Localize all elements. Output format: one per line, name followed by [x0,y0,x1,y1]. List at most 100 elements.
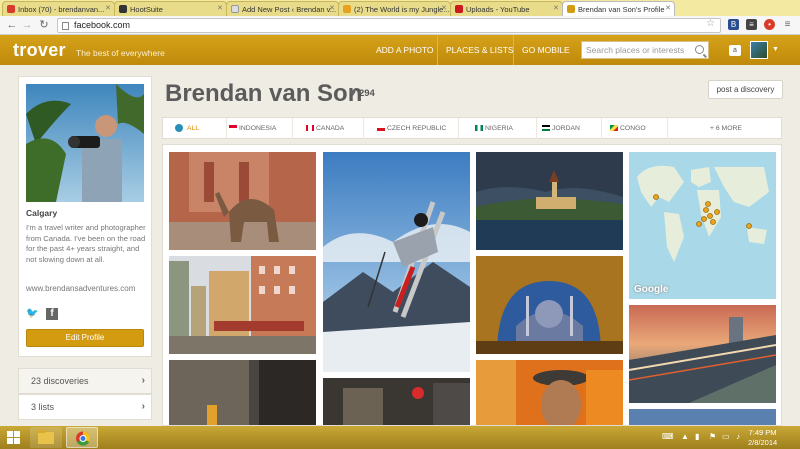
windows-start-icon[interactable] [7,431,21,444]
tab-label: Uploads - YouTube [466,5,530,14]
filter-congo[interactable]: CONGO [608,118,668,139]
browser-tab-trover[interactable]: Brendan van Son's Profile ✕ [562,1,675,16]
volume-icon[interactable]: ♪ [736,432,740,441]
profile-sidebar: Calgary I'm a travel writer and photogra… [18,76,152,357]
nav-add-photo[interactable]: ADD A PHOTO [368,35,441,65]
photo-skier[interactable] [323,152,470,372]
back-icon[interactable]: ← [6,19,18,31]
filter-label: ALL [187,125,200,132]
filter-label: NIGERIA [485,125,513,132]
browser-tab-gmail[interactable]: Inbox (70) - brendanvan... ✕ [2,1,115,16]
chevron-down-icon[interactable]: ▼ [772,46,779,53]
browser-tab-hootsuite[interactable]: HootSuite ✕ [114,1,227,16]
photo-blue-sky[interactable] [629,409,776,425]
notification-badge[interactable]: a [729,45,741,56]
photo-lake-castle[interactable] [476,152,623,250]
stat-label: lists [38,402,55,412]
tab-label: Add New Post ‹ Brendan v... [242,5,337,14]
browser-tab-youtube[interactable]: Uploads - YouTube ✕ [450,1,563,16]
filter-label: CZECH REPUBLIC [387,125,447,132]
keyboard-icon[interactable]: ⌨ [662,432,674,441]
country-filter-bar: ALL INDONESIA CANADA CZECH REPUBLIC NIGE… [162,117,782,139]
lastpass-icon[interactable]: • [764,19,775,30]
close-icon[interactable]: ✕ [553,4,559,12]
map-widget[interactable]: Google [629,152,776,299]
likes-count[interactable]: ♥ 294 [350,88,375,99]
stat-lists[interactable]: 3 lists › [18,394,152,420]
stat-discoveries[interactable]: 23 discoveries › [18,368,152,394]
jordan-flag-icon [542,125,550,131]
filter-indonesia[interactable]: INDONESIA [227,118,293,139]
post-discovery-button[interactable]: post a discovery [708,80,783,99]
browser-toolbar: ← → ↻ facebook.com ☆ B ≡ • ≡ [0,16,800,35]
tray-arrow-icon[interactable]: ▲ [681,432,689,441]
trover-logo[interactable]: trover [13,40,66,61]
tagline: The best of everywhere [76,48,165,58]
url-text: facebook.com [74,20,131,30]
chrome-icon[interactable] [66,427,98,448]
nav-go-mobile[interactable]: GO MOBILE [513,35,578,65]
page-icon [231,5,239,13]
network-icon[interactable]: ▮ [695,432,699,441]
forward-icon[interactable]: → [21,19,33,31]
filter-czech-republic[interactable]: CZECH REPUBLIC [375,118,459,139]
close-icon[interactable]: ✕ [665,4,671,12]
battery-icon[interactable]: ▭ [722,432,730,441]
clock-time: 7:49 PM [748,428,777,437]
tab-label: HootSuite [130,5,163,14]
stat-count: 3 [31,402,37,412]
search-icon[interactable] [695,45,704,54]
search-placeholder: Search places or interests [586,45,685,55]
photo-street-market[interactable] [323,378,470,425]
search-input[interactable]: Search places or interests [581,41,709,59]
user-avatar[interactable] [750,41,768,59]
close-icon[interactable]: ✕ [105,4,111,12]
filter-label: JORDAN [552,125,580,132]
browser-tab-add-post[interactable]: Add New Post ‹ Brendan v... ✕ [226,1,339,16]
profile-website[interactable]: www.brendansadventures.com [26,284,148,294]
photo-mosque-arch[interactable] [476,256,623,354]
extension-icon[interactable]: B [728,19,739,30]
reload-icon[interactable]: ↻ [38,19,50,31]
tab-label: Inbox (70) - brendanvan... [18,5,105,14]
bookmark-star-icon[interactable]: ☆ [706,18,715,29]
filter-canada[interactable]: CANADA [304,118,364,139]
clock-date: 2/8/2014 [748,438,778,447]
facebook-icon[interactable]: f [46,308,58,320]
profile-city: Calgary [26,208,58,218]
menu-icon[interactable]: ≡ [782,19,793,30]
photo-man-cap[interactable] [476,360,623,425]
close-icon[interactable]: ✕ [217,4,223,12]
address-bar[interactable]: facebook.com [57,18,721,33]
photo-chain-bridge[interactable] [629,305,776,403]
chevron-right-icon: › [141,401,145,412]
buffer-icon[interactable]: ≡ [746,19,757,30]
filter-jordan[interactable]: JORDAN [540,118,602,139]
close-icon[interactable]: ✕ [441,4,447,12]
tab-label: (2) The World is my Jungle... [354,5,450,14]
filter-all[interactable]: ALL [175,118,227,139]
nigeria-flag-icon [475,125,483,131]
photo-old-town-street[interactable] [169,256,316,354]
twitter-icon[interactable]: 🐦 [26,308,38,320]
canada-flag-icon [306,125,314,131]
profile-photo [26,84,144,202]
nav-places-lists[interactable]: PLACES & LISTS [437,35,522,65]
discoveries-grid: Google [162,144,782,426]
facebook-icon [343,5,351,13]
browser-tab-jungle[interactable]: (2) The World is my Jungle... ✕ [338,1,451,16]
edit-profile-button[interactable]: Edit Profile [26,329,144,347]
system-clock[interactable]: 7:49 PM 2/8/2014 [748,428,777,448]
tab-label: Brendan van Son's Profile [578,5,665,14]
filter-more[interactable]: + 6 MORE [698,118,768,139]
windows-taskbar: ⌨ ▲ ▮ ⚑ ▭ ♪ 7:49 PM 2/8/2014 [0,426,800,449]
file-explorer-icon[interactable] [30,427,62,448]
filter-nigeria[interactable]: NIGERIA [473,118,537,139]
close-icon[interactable]: ✕ [329,4,335,12]
youtube-icon [455,5,463,13]
photo-petra-camel[interactable] [169,152,316,250]
action-center-icon[interactable]: ⚑ [709,432,716,441]
photo-temple-ruins[interactable] [169,360,316,425]
trover-icon [567,5,575,13]
google-map-logo: Google [634,284,669,295]
